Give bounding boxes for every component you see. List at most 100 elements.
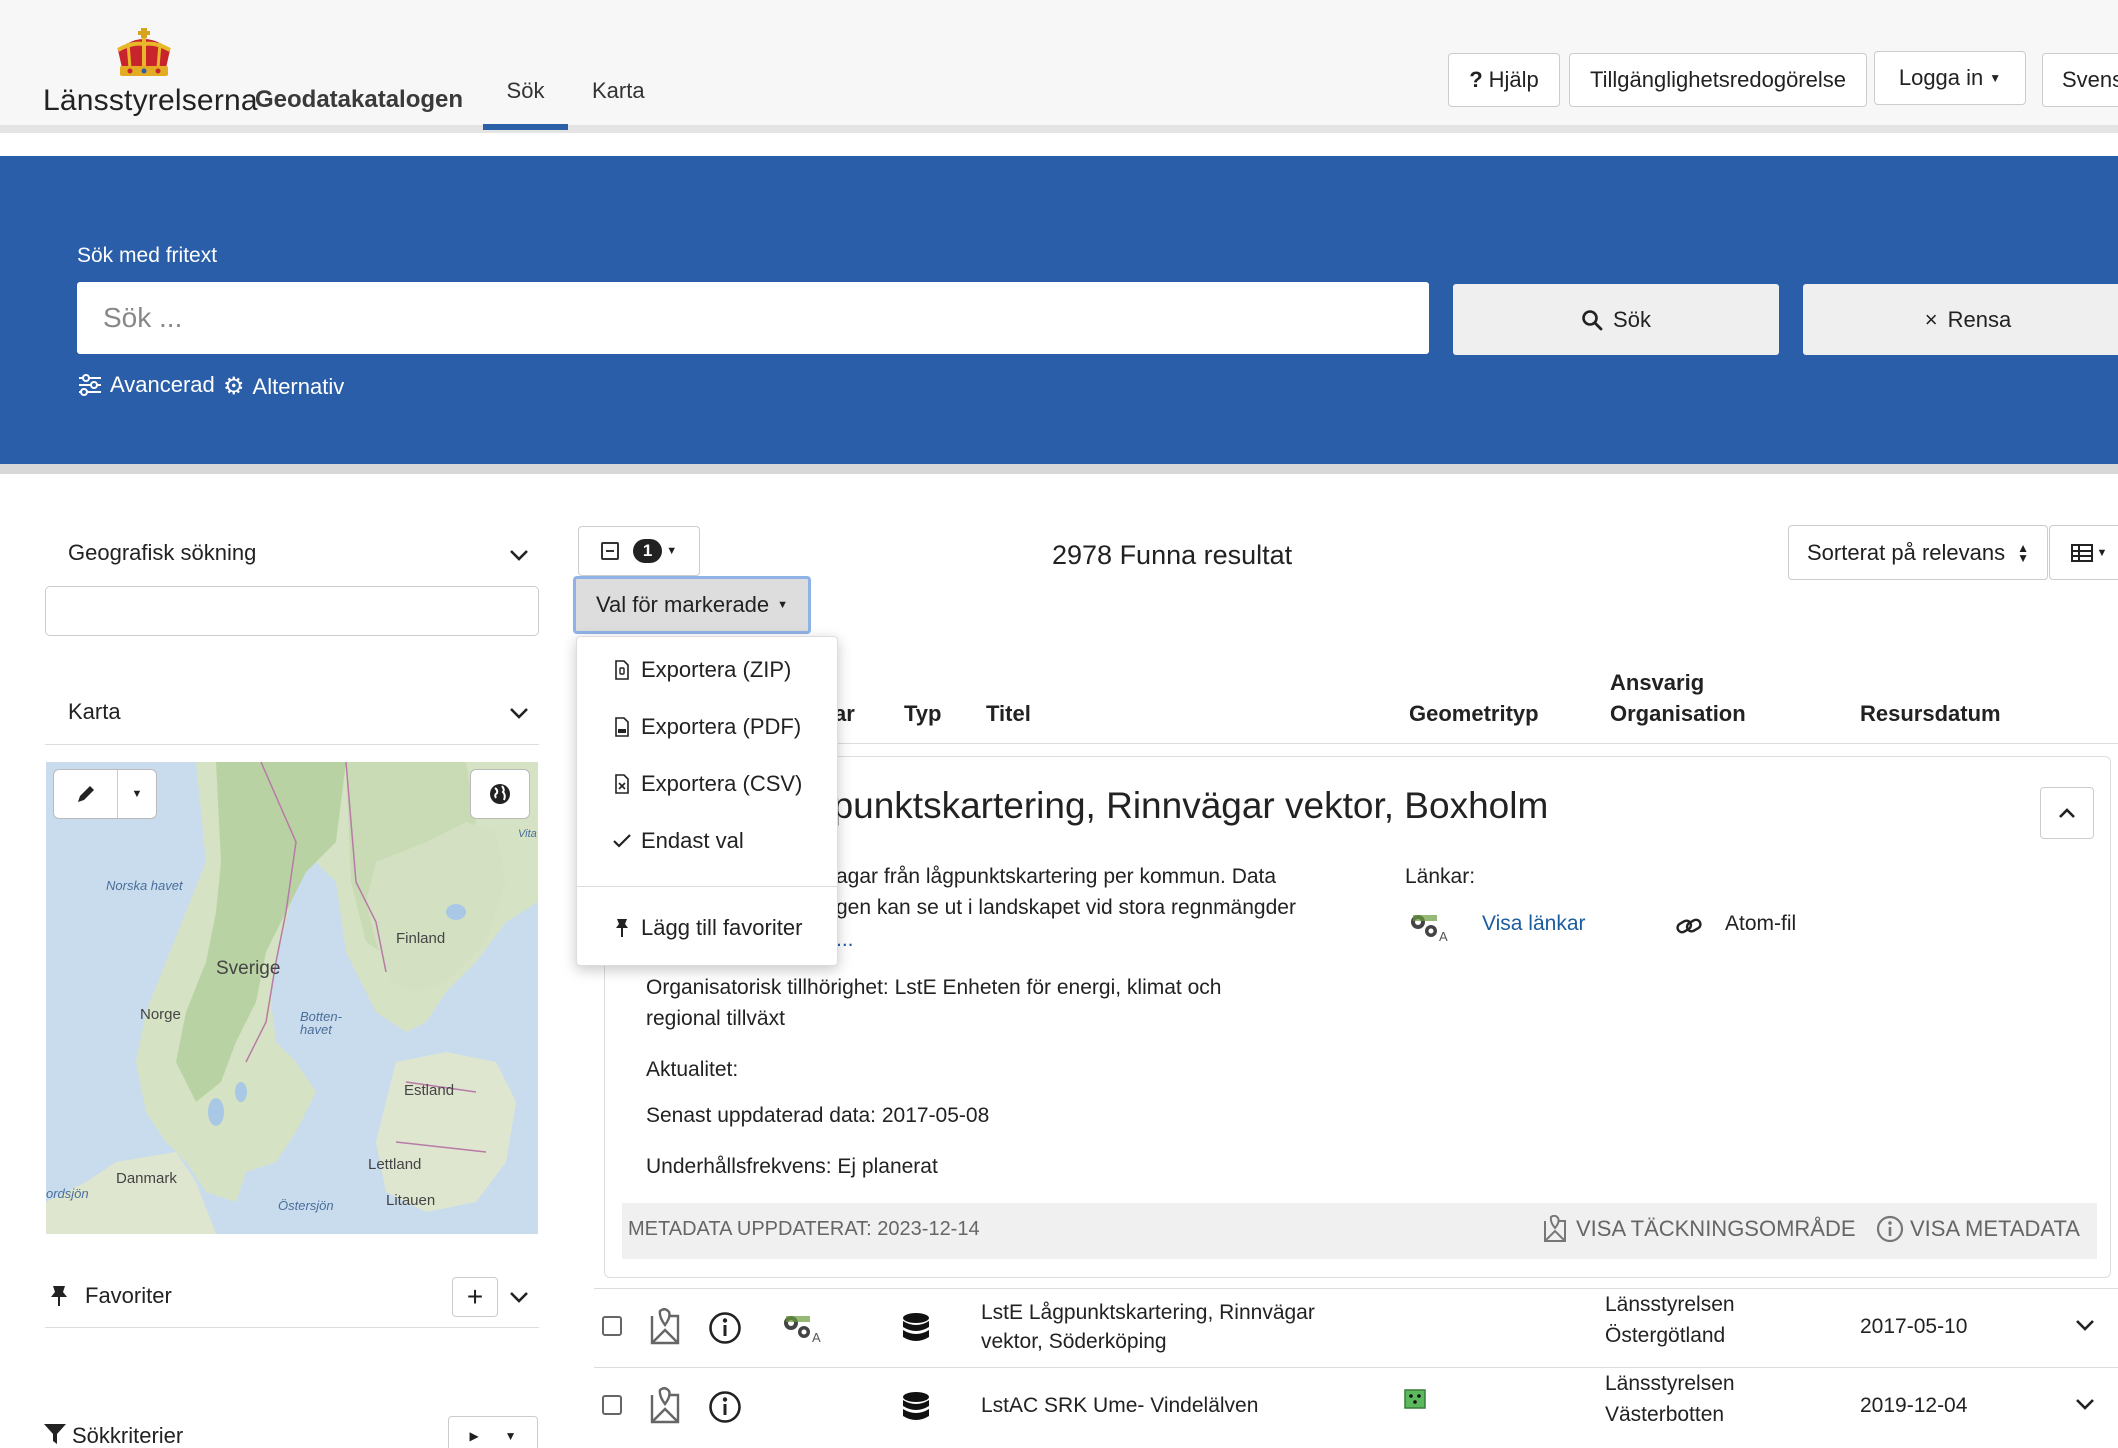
only-selected-label: Endast val (641, 828, 744, 853)
help-button[interactable]: ? Hjälp (1448, 53, 1560, 107)
table-row[interactable]: A LstE Lågpunktskartering, Rinnvägar vek… (594, 1289, 2118, 1367)
database-icon (903, 1313, 929, 1341)
accessibility-button[interactable]: Tillgänglighetsredogörelse (1569, 53, 1867, 107)
zip-file-icon (613, 660, 631, 680)
collapse-button[interactable] (2040, 787, 2094, 839)
chevron-down-icon[interactable] (508, 544, 530, 566)
draw-dropdown-button[interactable]: ▼ (118, 770, 156, 818)
search-button[interactable]: Sök (1453, 284, 1779, 355)
tab-karta[interactable]: Karta (592, 78, 645, 104)
row-checkbox[interactable] (602, 1316, 622, 1336)
show-coverage-label: VISA TÄCKNINGSOMRÅDE (1576, 1216, 1856, 1241)
select-toggle-button[interactable]: 1 ▼ (578, 526, 700, 576)
expanded-result-title[interactable]: gpunktskartering, Rinnvägar vektor, Boxh… (812, 785, 1548, 827)
map-marker-icon[interactable] (648, 1387, 682, 1425)
view-toggle-button[interactable]: ▼ (2049, 525, 2118, 580)
draw-tool-group: ▼ (53, 769, 157, 819)
language-button[interactable]: Svens (2042, 53, 2118, 107)
column-header-organisation[interactable]: Ansvarig Organisation (1610, 667, 1746, 729)
org-affiliation-line1: Organisatorisk tillhörighet: LstE Enhete… (646, 976, 1222, 999)
row-checkbox[interactable] (602, 1395, 622, 1415)
accessibility-label: Tillgänglighetsredogörelse (1589, 67, 1846, 92)
column-header-date[interactable]: Resursdatum (1860, 698, 2001, 729)
options-label: Alternativ (252, 373, 345, 399)
link-icon (1676, 918, 1702, 934)
selection-menu-label: Val för markerade (595, 592, 770, 617)
chevron-down-icon[interactable] (2074, 1317, 2096, 1333)
column-header-organisation-line1: Ansvarig (1610, 670, 1705, 695)
search-input[interactable] (77, 282, 1429, 354)
add-favorites-item[interactable]: Lägg till favoriter (613, 915, 802, 941)
tab-sok[interactable]: Sök (483, 78, 568, 130)
only-selected-item[interactable]: Endast val (613, 828, 744, 854)
row-title[interactable]: LstE Lågpunktskartering, Rinnvägar vekto… (981, 1297, 1315, 1357)
export-csv-item[interactable]: Exportera (CSV) (613, 771, 802, 797)
links-label: Länkar: (1405, 865, 1476, 888)
map-label-bottenhavet: Botten-havet (300, 1009, 342, 1037)
map-label-sverige: Sverige (216, 958, 281, 979)
description-more-link[interactable]: ... (836, 924, 854, 955)
database-icon (903, 1392, 929, 1420)
clear-button-label: Rensa (1947, 306, 2012, 332)
export-csv-label: Exportera (CSV) (641, 771, 803, 796)
caret-down-icon: ▼ (666, 545, 678, 557)
table-row[interactable]: LstAC SRK Ume- Vindelälven Länsstyrelsen… (594, 1368, 2118, 1446)
description-line2: gen kan se ut i landskapet vid stora reg… (836, 896, 1296, 919)
map-view[interactable]: Norska havet Finland Sverige Norge Botte… (46, 762, 538, 1234)
advanced-link[interactable]: Avancerad (78, 372, 215, 398)
check-icon (613, 834, 631, 848)
favorites-heading: Favoriter (85, 1283, 172, 1308)
brand-subtitle[interactable]: Geodatakatalogen (255, 86, 463, 114)
selection-menu-button[interactable]: Val för markerade ▼ (573, 576, 811, 634)
column-header-geometry[interactable]: Geometrityp (1409, 698, 1539, 729)
map-heading[interactable]: Karta (68, 699, 121, 725)
options-link[interactable]: ⚙ Alternativ (223, 372, 344, 401)
chevron-down-icon[interactable] (508, 1286, 530, 1308)
show-links-link[interactable]: Visa länkar (1482, 908, 1586, 939)
help-label: Hjälp (1488, 67, 1539, 92)
column-header-title[interactable]: Titel (986, 698, 1031, 729)
map-label-vita: Vita (518, 828, 537, 840)
globe-icon (490, 784, 510, 804)
sort-select[interactable]: Sorterat på relevans ▲ ▼ (1788, 525, 2048, 580)
caret-down-icon: ▼ (2096, 546, 2108, 559)
add-favorite-button[interactable]: + (452, 1277, 498, 1317)
brand-name[interactable]: Länsstyrelserna (43, 84, 258, 118)
column-header-type[interactable]: Typ (904, 698, 941, 729)
table-icon (2070, 543, 2093, 562)
map-label-danmark: Danmark (116, 1170, 177, 1187)
results-count: 2978 Funna resultat (1052, 540, 1293, 570)
geo-search-input[interactable] (45, 586, 539, 636)
globe-button[interactable] (470, 769, 530, 819)
row-title[interactable]: LstAC SRK Ume- Vindelälven (981, 1390, 1258, 1421)
clear-button[interactable]: × Rensa (1803, 284, 2118, 355)
selection-dropdown-menu: Exportera (ZIP) Exportera (PDF) Exporter… (576, 636, 838, 966)
row-date: 2019-12-04 (1860, 1394, 1968, 1417)
show-coverage-button[interactable]: VISA TÄCKNINGSOMRÅDE (1542, 1215, 1856, 1243)
info-icon[interactable] (708, 1311, 742, 1345)
criteria-controls[interactable]: ▶ ▼ (448, 1416, 538, 1448)
pin-icon (613, 918, 631, 938)
map-marker-icon[interactable] (648, 1308, 682, 1346)
row-organisation: Länsstyrelsen Östergötland (1605, 1289, 1735, 1351)
geo-search-heading[interactable]: Geografisk sökning (68, 540, 256, 566)
draw-button[interactable] (54, 770, 118, 818)
divider (45, 1327, 539, 1328)
column-header-organisation-line2: Organisation (1610, 701, 1746, 726)
minus-square-icon (600, 542, 619, 560)
crown-logo-icon (117, 28, 171, 76)
login-label: Logga in (1898, 65, 1984, 90)
polygon-geometry-icon (1404, 1389, 1426, 1409)
info-icon (1876, 1215, 1904, 1243)
export-zip-item[interactable]: Exportera (ZIP) (613, 657, 791, 683)
info-icon[interactable] (708, 1390, 742, 1424)
chevron-down-icon[interactable] (2074, 1396, 2096, 1412)
show-metadata-button[interactable]: VISA METADATA (1876, 1215, 2080, 1243)
export-pdf-item[interactable]: Exportera (PDF) (613, 714, 801, 740)
login-button[interactable]: Logga in ▼ (1874, 51, 2026, 105)
pdf-file-icon (613, 717, 631, 737)
sort-icon: ▲ ▼ (2017, 540, 2029, 565)
caret-down-icon: ▼ (504, 1429, 517, 1443)
atom-file-link[interactable]: Atom-fil (1725, 908, 1796, 939)
chevron-down-icon[interactable] (508, 702, 530, 724)
